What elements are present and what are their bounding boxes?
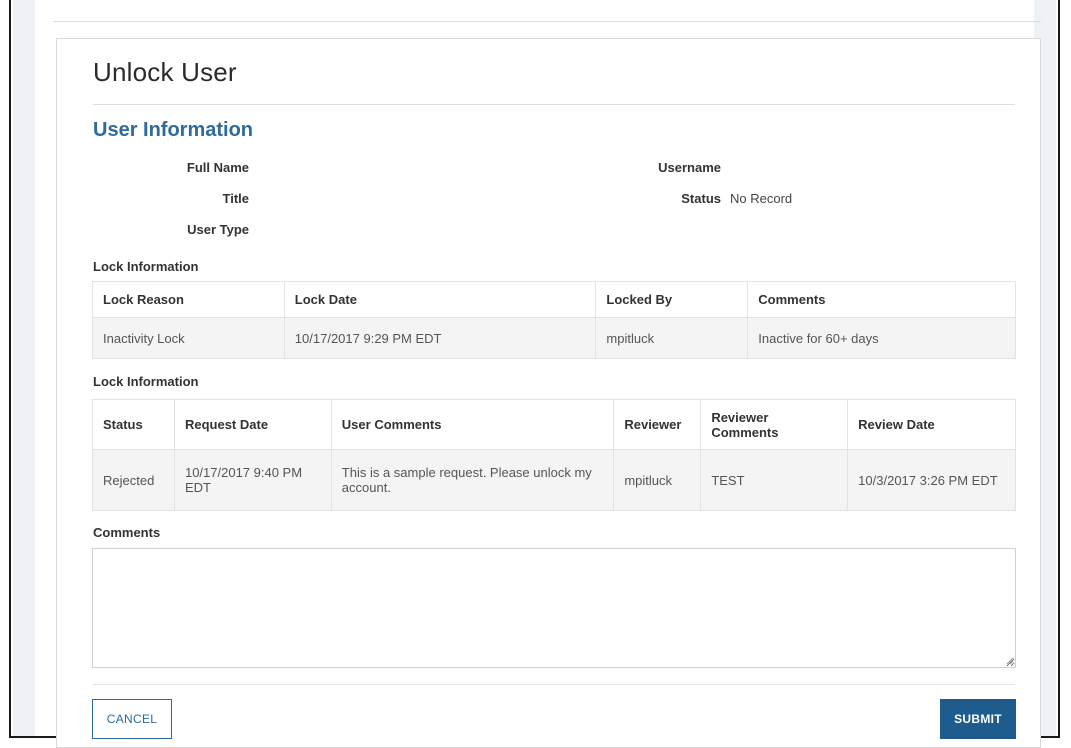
comments-textarea[interactable] <box>92 548 1016 668</box>
column-header: Comments <box>747 281 1016 318</box>
window-frame: Unlock User User Information Full Name T… <box>9 0 1060 748</box>
lock-reason-cell: Inactivity Lock <box>92 317 285 359</box>
reviewer-cell: mpitluck <box>613 449 702 511</box>
user-comments-cell: This is a sample request. Please unlock … <box>330 449 615 511</box>
locked-by-cell: mpitluck <box>595 317 749 359</box>
lock-information-heading: Lock Information <box>93 259 199 274</box>
resize-handle-icon[interactable] <box>1006 657 1014 665</box>
table-row: Inactivity Lock 10/17/2017 9:29 PM EDT m… <box>92 317 1016 359</box>
full-name-label: Full Name <box>186 160 249 175</box>
user-information-heading: User Information <box>93 119 254 141</box>
unlock-user-panel: Unlock User User Information Full Name T… <box>56 38 1041 748</box>
page-title: Unlock User <box>93 57 237 87</box>
status-value: No Record <box>730 191 793 206</box>
title-label: Title <box>222 191 250 206</box>
column-header: Reviewer Comments <box>700 399 849 450</box>
column-header: User Comments <box>330 399 615 450</box>
lock-information-table: Lock Reason Lock Date Locked By Comments… <box>92 281 1016 359</box>
footer-divider <box>93 684 1015 685</box>
comments-cell: Inactive for 60+ days <box>747 317 1016 359</box>
comments-label: Comments <box>93 525 161 540</box>
column-header: Request Date <box>173 399 332 450</box>
status-cell: Rejected <box>92 449 175 511</box>
submit-button[interactable]: SUBMIT <box>940 699 1016 739</box>
column-header: Lock Reason <box>92 281 285 318</box>
column-header: Lock Date <box>283 281 597 318</box>
table-header-row: Status Request Date User Comments Review… <box>92 399 1016 450</box>
column-header: Status <box>92 399 175 450</box>
request-information-table: Status Request Date User Comments Review… <box>92 399 1016 511</box>
request-date-cell: 10/17/2017 9:40 PM EDT <box>173 449 332 511</box>
cancel-button[interactable]: CANCEL <box>92 699 172 739</box>
top-divider <box>53 21 1041 22</box>
lock-date-cell: 10/17/2017 9:29 PM EDT <box>283 317 597 359</box>
column-header: Reviewer <box>613 399 702 450</box>
column-header: Review Date <box>847 399 1016 450</box>
title-divider <box>93 104 1015 105</box>
table-header-row: Lock Reason Lock Date Locked By Comments <box>92 281 1016 318</box>
table-row: Rejected 10/17/2017 9:40 PM EDT This is … <box>92 449 1016 511</box>
user-type-label: User Type <box>187 222 249 237</box>
reviewer-comments-cell: TEST <box>700 449 849 511</box>
column-header: Locked By <box>595 281 749 318</box>
status-label: Status <box>681 191 721 206</box>
left-gutter <box>13 0 35 736</box>
request-information-heading: Lock Information <box>93 374 199 389</box>
username-label: Username <box>658 160 721 175</box>
review-date-cell: 10/3/2017 3:26 PM EDT <box>847 449 1016 511</box>
